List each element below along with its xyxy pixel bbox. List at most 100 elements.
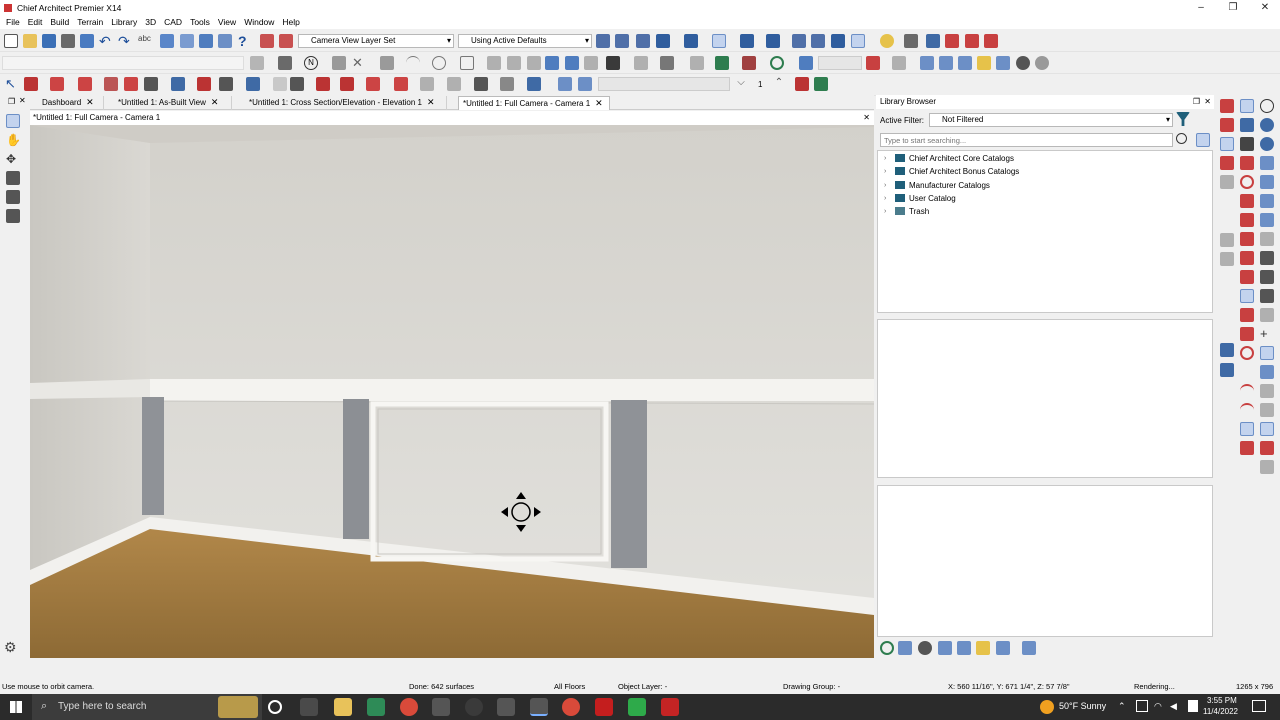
minimize-icon[interactable]: – [1186,0,1216,15]
spreadsheet-icon[interactable] [814,77,828,91]
wifi-icon[interactable]: ◠ [1154,701,1162,712]
callout-icon[interactable] [332,56,346,70]
zoom-out-icon[interactable] [1260,137,1274,151]
snap-6-icon[interactable] [1260,460,1274,474]
fireplace-icon[interactable] [219,77,233,91]
folder-icon[interactable] [938,641,952,655]
tree-item-core[interactable]: › Chief Architect Core Catalogs [878,152,1212,165]
defaults-select[interactable]: Using Active Defaults ▾ [458,34,592,48]
break-icon[interactable] [1240,232,1254,246]
tools-icon[interactable] [904,34,918,48]
camtasia-icon[interactable] [628,698,646,716]
plan-3-icon[interactable] [958,56,972,70]
close-icon[interactable]: ✕ [1204,95,1211,109]
snap-3-icon[interactable] [1260,384,1274,398]
edit-icon[interactable] [976,641,990,655]
fill-window-icon[interactable] [1260,156,1274,170]
circle-icon[interactable] [432,56,446,70]
render-icon[interactable] [831,34,845,48]
close-icon[interactable]: ✕ [1250,0,1280,15]
volume-icon[interactable]: ◀ [1170,701,1177,712]
menu-build[interactable]: Build [47,17,72,27]
fixture-icon[interactable] [340,77,354,91]
layer-tool-3-icon[interactable] [1260,270,1274,284]
refresh-icon[interactable] [880,641,894,655]
tab-full-camera[interactable]: *Untitled 1: Full Camera - Camera 1 ✕ [458,96,610,110]
snap-2-icon[interactable] [1260,365,1274,379]
select-arrow-icon[interactable]: ↖ [5,77,19,91]
fill-window-2-icon[interactable] [1260,175,1274,189]
menu-help[interactable]: Help [279,17,302,27]
tab-as-built[interactable]: *Untitled 1: As-Built View ✕ [114,96,232,110]
door-icon[interactable] [78,77,92,91]
view-2-icon[interactable] [811,34,825,48]
arc-icon[interactable] [406,56,420,70]
menu-edit[interactable]: Edit [25,17,46,27]
zoom-in-icon[interactable] [1260,118,1274,132]
cortana-icon[interactable] [268,700,282,714]
picture-icon[interactable] [545,56,559,70]
edit-tool-5-icon[interactable] [1220,175,1234,189]
library-search-input[interactable] [880,133,1173,147]
edit-tool-3-icon[interactable] [1220,137,1234,151]
layer-tool-2-icon[interactable] [1260,251,1274,265]
dock-icon[interactable]: ❐ [8,97,15,106]
plan-icon[interactable] [920,56,934,70]
tree-item-bonus[interactable]: › Chief Architect Bonus Catalogs [878,165,1212,178]
stairs-icon[interactable] [144,77,158,91]
settings-2-icon[interactable] [1035,56,1049,70]
trim-icon[interactable] [1240,270,1254,284]
spline-tool-icon[interactable] [1240,422,1254,436]
column-icon[interactable] [246,77,260,91]
plan-2-icon[interactable] [939,56,953,70]
chevron-right-icon[interactable]: › [884,152,886,165]
dimension-icon[interactable] [250,56,264,70]
shape-icon[interactable] [366,77,380,91]
fence-icon[interactable] [742,56,756,70]
chevron-right-icon[interactable]: › [884,165,886,178]
terrain-icon[interactable] [715,56,729,70]
redo-icon[interactable]: ↷ [118,34,132,48]
line-icon[interactable] [380,56,394,70]
note-icon[interactable] [977,56,991,70]
windows-start-icon[interactable] [10,701,22,713]
close-tab-icon[interactable]: ✕ [211,97,219,107]
object-icon[interactable] [527,77,541,91]
zoom-icon[interactable] [1260,99,1274,113]
paste-icon[interactable] [578,77,592,91]
app-3-icon[interactable] [497,698,515,716]
house-icon[interactable] [474,77,488,91]
plan-footprint-icon[interactable] [615,34,629,48]
layout-icon[interactable] [160,34,174,48]
tree-item-trash[interactable]: › Trash [878,205,1212,218]
acrobat-icon[interactable] [595,698,613,716]
network-icon[interactable] [1136,700,1148,712]
zoom-tool-icon[interactable] [6,190,20,204]
edit-tool-4-icon[interactable] [1220,156,1234,170]
recorder-icon[interactable] [661,698,679,716]
app-2-icon[interactable] [465,698,483,716]
maximize-icon[interactable]: ❐ [1218,0,1248,15]
fill-window-4-icon[interactable] [1260,213,1274,227]
down-floor-icon[interactable]: ⌵ [734,77,748,91]
lock-icon[interactable] [606,56,620,70]
close-tab-icon[interactable]: ✕ [595,98,603,108]
globe-icon[interactable] [918,641,932,655]
text-icon[interactable] [278,56,292,70]
camera-icon[interactable] [656,34,670,48]
save-icon[interactable] [42,34,56,48]
framing-icon[interactable] [799,56,813,70]
edit-tool-7-icon[interactable] [1220,252,1234,266]
settings-icon[interactable] [1016,56,1030,70]
tab-dashboard[interactable]: Dashboard ✕ [38,96,104,110]
fill-window-3-icon[interactable] [1260,194,1274,208]
menu-terrain[interactable]: Terrain [74,17,106,27]
filter-select[interactable]: Not Filtered ▾ [929,113,1173,127]
home-icon[interactable] [851,34,865,48]
taskbar-search-box[interactable]: ⌕ Type here to search [32,694,262,720]
tilt-icon[interactable] [6,171,20,185]
store-icon[interactable] [367,698,385,716]
plumbing-icon[interactable] [273,77,287,91]
extend-icon[interactable] [1240,289,1254,303]
properties-icon[interactable] [180,34,194,48]
